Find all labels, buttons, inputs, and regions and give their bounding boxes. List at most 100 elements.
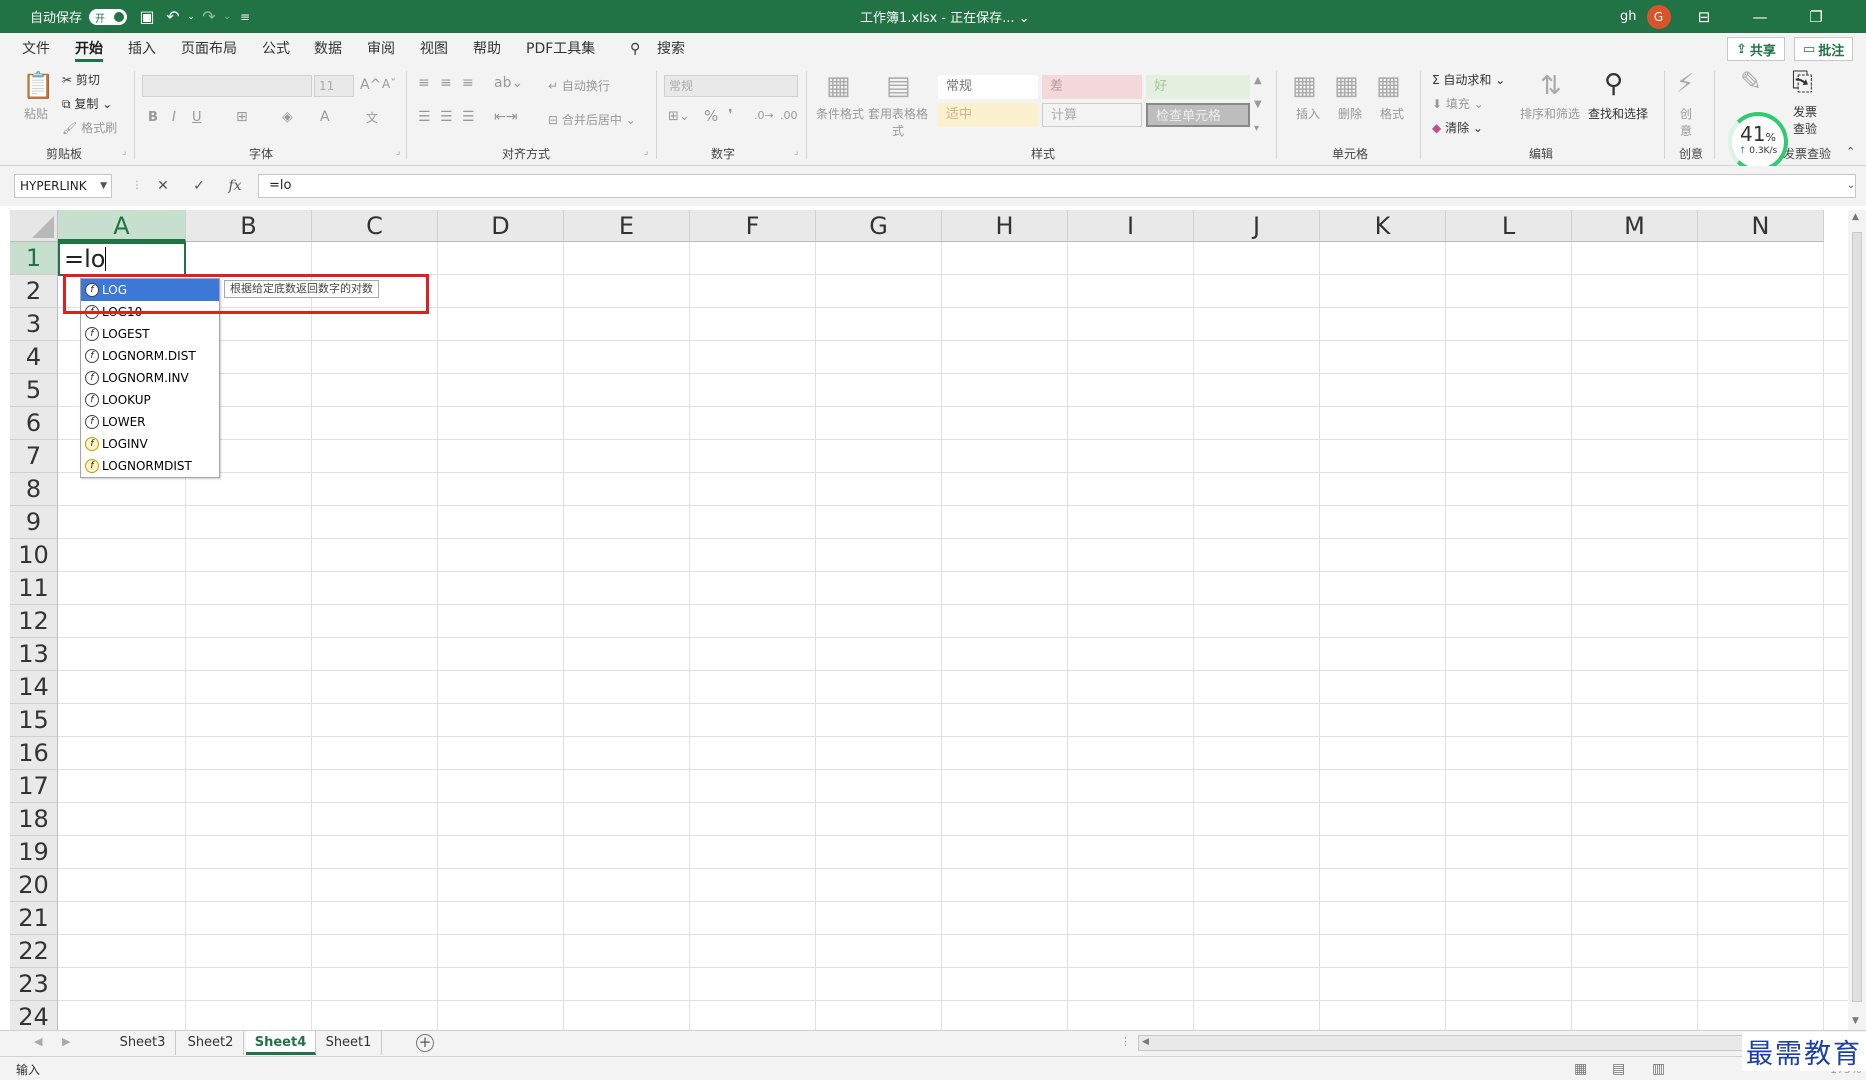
fill-color-icon[interactable]: ◈ [282, 109, 293, 125]
column-header-n[interactable]: N [1698, 210, 1824, 242]
chevron-down-icon[interactable]: ▼ [100, 175, 107, 197]
row-header-22[interactable]: 22 [10, 935, 58, 968]
sheet-tab-sheet2[interactable]: Sheet2 [178, 1031, 244, 1055]
autocomplete-item[interactable]: f LOGNORM.DIST [81, 345, 219, 367]
table-format-icon[interactable]: ▤ [886, 71, 911, 101]
row-header-2[interactable]: 2 [10, 275, 58, 308]
row-header-20[interactable]: 20 [10, 869, 58, 902]
insert-cells-button[interactable]: 插入 [1296, 105, 1320, 122]
share-button[interactable]: ⇪ 共享 [1727, 37, 1785, 61]
copy-button[interactable]: ⧉ 复制 ⌄ [62, 95, 112, 112]
indent-icon[interactable]: ⇤⇥ [494, 109, 517, 125]
decrease-font-icon[interactable]: Aˇ [382, 77, 396, 91]
row-header-5[interactable]: 5 [10, 374, 58, 407]
row-header-17[interactable]: 17 [10, 770, 58, 803]
style-good[interactable]: 好 [1146, 75, 1250, 99]
styles-more-icon[interactable]: ▾ [1254, 123, 1259, 134]
cancel-icon[interactable]: ✕ [150, 174, 176, 198]
tab-file[interactable]: 文件 [22, 33, 50, 65]
style-neutral[interactable]: 适中 [938, 103, 1038, 127]
pen-icon[interactable]: ✎ [1740, 67, 1762, 97]
autocomplete-item[interactable]: f LOGEST [81, 323, 219, 345]
table-format-button[interactable]: 套用表格格式 [868, 105, 928, 139]
tab-data[interactable]: 数据 [314, 33, 342, 65]
ribbon-display-icon[interactable]: ⊟ [1676, 8, 1732, 26]
clear-button[interactable]: ◆ 清除 ⌄ [1432, 119, 1483, 136]
align-center-icon[interactable]: ☰ [440, 109, 453, 125]
style-normal[interactable]: 常规 [938, 75, 1038, 99]
row-header-16[interactable]: 16 [10, 737, 58, 770]
row-header-13[interactable]: 13 [10, 638, 58, 671]
row-header-14[interactable]: 14 [10, 671, 58, 704]
sort-filter-icon[interactable]: ⇅ [1540, 71, 1562, 101]
autocomplete-item[interactable]: f LOWER [81, 411, 219, 433]
close-icon[interactable]: ✕ [1844, 8, 1866, 26]
redo-dropdown-icon[interactable]: ⌄ [222, 12, 232, 22]
autosum-button[interactable]: Σ 自动求和 ⌄ [1432, 71, 1505, 88]
merge-center-button[interactable]: ⊟ 合并后居中 ⌄ [548, 111, 636, 128]
row-header-9[interactable]: 9 [10, 506, 58, 539]
restore-icon[interactable]: ❐ [1788, 8, 1844, 26]
column-header-b[interactable]: B [186, 210, 312, 242]
number-launcher-icon[interactable]: ⌟ [794, 147, 798, 157]
sheet-tab-sheet4[interactable]: Sheet4 [246, 1031, 316, 1055]
font-name-combo[interactable] [142, 75, 312, 97]
next-sheet-icon[interactable]: ▶ [62, 1035, 70, 1048]
row-header-6[interactable]: 6 [10, 407, 58, 440]
decrease-decimal-icon[interactable]: .00 [780, 109, 798, 122]
undo-dropdown-icon[interactable]: ⌄ [186, 12, 196, 22]
fill-button[interactable]: ⬇ 填充 ⌄ [1432, 95, 1484, 112]
increase-font-icon[interactable]: A^ [360, 77, 381, 93]
insert-cells-icon[interactable]: ▦ [1292, 71, 1317, 101]
find-select-button[interactable]: 查找和选择 [1588, 105, 1648, 122]
name-box[interactable]: HYPERLINK ▼ [14, 174, 112, 198]
styles-scroll-up-icon[interactable]: ▲ [1254, 75, 1262, 86]
creative-button[interactable]: 创意 [1680, 105, 1694, 139]
collapse-ribbon-icon[interactable]: ⌃ [1846, 145, 1855, 158]
row-header-10[interactable]: 10 [10, 539, 58, 572]
delete-cells-button[interactable]: 删除 [1338, 105, 1362, 122]
sort-filter-button[interactable]: 排序和筛选 [1520, 105, 1580, 122]
accounting-icon[interactable]: ⊞⌄ [668, 109, 690, 124]
row-header-24[interactable]: 24 [10, 1001, 58, 1030]
row-header-11[interactable]: 11 [10, 572, 58, 605]
redo-icon[interactable]: ↷ [196, 7, 222, 26]
row-header-4[interactable]: 4 [10, 341, 58, 374]
row-header-3[interactable]: 3 [10, 308, 58, 341]
autocomplete-item[interactable]: f LOGNORMDIST [81, 455, 219, 477]
column-header-e[interactable]: E [564, 210, 690, 242]
format-cells-button[interactable]: 格式 [1380, 105, 1404, 122]
active-cell-a1[interactable]: =lo [58, 242, 186, 276]
autosave-toggle[interactable]: 开 [89, 8, 128, 25]
enter-icon[interactable]: ✓ [186, 174, 212, 198]
undo-icon[interactable]: ↶ [160, 7, 186, 26]
drag-handle-icon[interactable]: ⋮ [124, 174, 150, 198]
comments-button[interactable]: ▭ 批注 [1794, 37, 1854, 61]
comma-icon[interactable]: ❜ [728, 107, 733, 123]
borders-icon[interactable]: ⊞ [236, 109, 248, 125]
tab-home[interactable]: 开始 [75, 33, 103, 65]
row-header-23[interactable]: 23 [10, 968, 58, 1001]
invoice-icon[interactable]: ⎘ [1792, 67, 1813, 98]
delete-cells-icon[interactable]: ▦ [1334, 71, 1359, 101]
clipboard-launcher-icon[interactable]: ⌟ [122, 147, 126, 157]
minimize-icon[interactable]: — [1732, 8, 1788, 26]
tab-insert[interactable]: 插入 [128, 33, 156, 65]
expand-formula-icon[interactable]: ⌄ [1838, 174, 1864, 198]
align-top-icon[interactable]: ≡ [418, 75, 430, 91]
styles-scroll-down-icon[interactable]: ▼ [1254, 99, 1262, 110]
prev-sheet-icon[interactable]: ◀ [34, 1035, 42, 1048]
font-color-icon[interactable]: A [320, 109, 330, 125]
italic-icon[interactable]: I [172, 110, 176, 125]
column-header-d[interactable]: D [438, 210, 564, 242]
row-header-19[interactable]: 19 [10, 836, 58, 869]
align-middle-icon[interactable]: ≡ [440, 75, 452, 91]
page-break-view-icon[interactable]: ▥ [1652, 1061, 1665, 1077]
conditional-format-icon[interactable]: ▦ [826, 71, 851, 101]
row-header-12[interactable]: 12 [10, 605, 58, 638]
align-right-icon[interactable]: ☰ [462, 109, 475, 125]
autocomplete-item[interactable]: f LOGINV [81, 433, 219, 455]
column-header-l[interactable]: L [1446, 210, 1572, 242]
row-header-7[interactable]: 7 [10, 440, 58, 473]
align-bottom-icon[interactable]: ≡ [462, 75, 474, 91]
